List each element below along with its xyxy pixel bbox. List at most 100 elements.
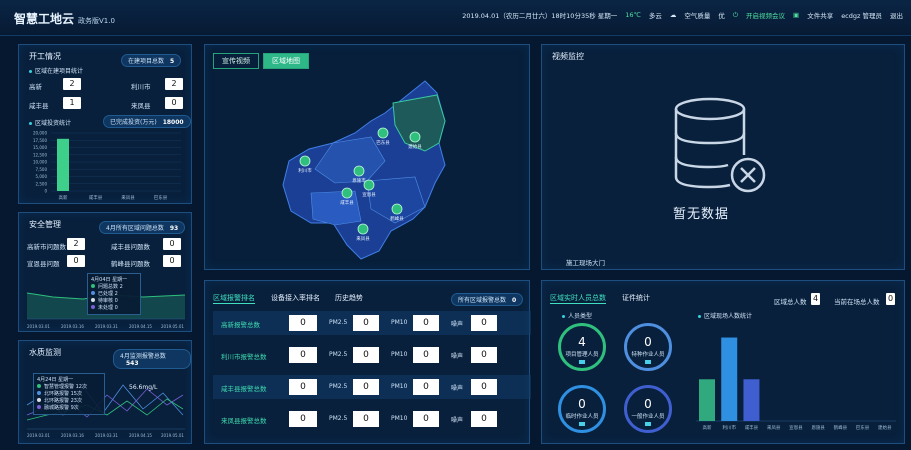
pm10-label: PM10 [391,351,408,358]
region-label: 来凤县 [131,102,151,110]
issue-label: 鹤峰县问题数 [111,260,150,268]
issue-value: 0 [67,255,85,267]
alarm-region-name: 来凤县报警总数 [221,417,267,425]
noise-value: 0 [471,347,497,363]
map-pin-icon[interactable] [341,187,353,199]
construction-panel: 开工情况 在建项目总数 5 区域在建项目统计 高新 2 利川市 2 咸丰县 1 来… [18,44,192,204]
tab-region-alarm[interactable]: 区域报警排名 [213,293,255,304]
alarm-total-value: 0 [289,347,317,363]
temperature: 16℃ [625,11,641,19]
safety-tooltip: 4月04日 星期一 问题总数 2 已处理 2 待审核 0 未处理 0 [87,273,141,315]
alarm-region-name: 利川市报警总数 [221,353,267,361]
alarm-region-name: 咸丰县报警总数 [221,385,267,393]
alarm-row: 来凤县报警总数 0 PM2.5 0 PM10 0 噪声 0 [213,407,531,431]
tab-certificate[interactable]: 证件统计 [622,293,650,303]
power-icon: ⏻ [732,10,739,19]
x-tick: 建始县 [878,424,892,431]
pm10-label: PM10 [391,415,408,422]
pm25-value: 0 [353,315,379,331]
tooltip-title: 4月04日 星期一 [91,277,128,283]
gate-label[interactable]: 施工现场大门 [566,257,605,267]
noise-label: 噪声 [451,353,464,360]
map-pin-label: 宣恩县 [362,191,376,198]
tab-device-rate[interactable]: 设备接入率排名 [271,293,320,303]
map-pin-icon[interactable] [357,223,369,235]
tab-realtime-people[interactable]: 区域实时人员总数 [550,293,606,304]
map-pin-label: 鹤峰县 [390,215,404,222]
user-label[interactable]: ecdgz 管理员 [841,10,882,20]
water-value-label: 56.6mg/L [129,384,158,391]
pm10-value: 0 [413,315,439,331]
region-value: 2 [63,78,81,90]
tab-history-trend[interactable]: 历史趋势 [335,293,363,303]
invest-badge: 已完成投资(万元) 18000 [103,115,191,128]
tooltip-row: 问题总数 2 [91,283,137,290]
y-tick: 2,500 [36,181,48,186]
pm25-value: 0 [353,411,379,427]
issue-value: 2 [67,238,85,250]
video-meeting-button[interactable]: 开启视频会议 [746,10,785,20]
map-pin-icon[interactable] [409,131,421,143]
map-pin-icon[interactable] [353,165,365,177]
x-tick: 巴东县 [856,424,870,431]
stat-circle: 0 临时作业人员 [558,385,606,433]
region-map: 利川市恩施市巴东县建始县咸丰县宣恩县鹤峰县来凤县 [282,80,446,260]
x-tick: 巴东县 [154,194,168,201]
map-pin-icon[interactable] [377,127,389,139]
y-tick: 15,000 [33,145,47,150]
issue-value: 0 [163,238,181,250]
region-value: 1 [63,97,81,109]
pm25-label: PM2.5 [329,351,348,358]
database-empty-icon [674,97,766,193]
y-tick: 17,500 [33,138,47,143]
issue-label: 宣恩县问题 [27,260,60,268]
map-panel: 宣传视频 区域地图 利川市 恩施市 巴东县 建始县 咸丰县 宣恩县 鹤峰县 来凤县 [204,44,530,270]
stat-circle: 0 一般作业人员 [624,385,672,433]
stat-circle: 4 项目管理人员 [558,323,606,371]
tab-promo-video[interactable]: 宣传视频 [213,53,259,69]
alarm-row: 高新报警总数 0 PM2.5 0 PM10 0 噪声 0 [213,311,531,335]
map-pin-icon[interactable] [299,155,311,167]
alarm-region-name: 高新报警总数 [221,321,260,329]
panel-title: 开工情况 [29,52,61,61]
x-tick: 鹤峰县 [834,424,848,431]
top-bar: 智慧工地云 政务版V1.0 2019.04.01（农历二月廿六）18时10分35秒… [0,0,911,36]
panel-title: 视频监控 [552,52,584,61]
x-tick: 来凤县 [121,195,135,201]
region-value: 2 [165,78,183,90]
people-bar [743,379,760,421]
axis-tick: 2019.03.01 [27,433,50,438]
alarm-row: 利川市报警总数 0 PM2.5 0 PM10 0 噪声 0 [213,343,531,367]
pm10-label: PM10 [391,383,408,390]
card-icon [579,422,585,426]
user-icon [645,360,651,364]
y-tick: 10,000 [33,160,47,165]
logout-button[interactable]: 退出 [890,10,903,20]
file-share-button[interactable]: 文件共享 [807,10,833,20]
weather: 多云 [648,12,662,20]
alarm-total-value: 0 [289,315,317,331]
sub-title: 区域投资统计 [29,118,71,127]
pm10-label: PM10 [391,319,408,326]
axis-tick: 2019.04.15 [129,324,152,329]
noise-label: 噪声 [451,385,464,392]
noise-label: 噪声 [451,417,464,424]
issue-total-badge: 4月所有区域问题总数 93 [99,221,186,234]
people-panel: 区域实时人员总数 证件统计 区域总人数 4 当前在场总人数 0 人员类型 区域现… [541,280,905,444]
noise-value: 0 [471,379,497,395]
pm25-label: PM2.5 [329,319,348,326]
group-icon [645,422,651,426]
axis-tick: 2019.03.01 [27,324,50,329]
noise-value: 0 [471,315,497,331]
region-label: 利川市 [131,83,151,91]
issue-label: 高新市问题数 [27,243,66,251]
region-total-value: 4 [811,293,820,305]
axis-tick: 2019.03.16 [61,433,84,438]
air-quality-value: 优 [718,12,725,20]
y-tick: 5,000 [36,174,48,179]
map-pin-icon[interactable] [363,179,375,191]
region-label: 咸丰县 [29,102,49,110]
tab-region-map[interactable]: 区域地图 [263,53,309,69]
map-pin-icon[interactable] [391,203,403,215]
tooltip-row: 融城路报警 9次 [37,404,101,411]
